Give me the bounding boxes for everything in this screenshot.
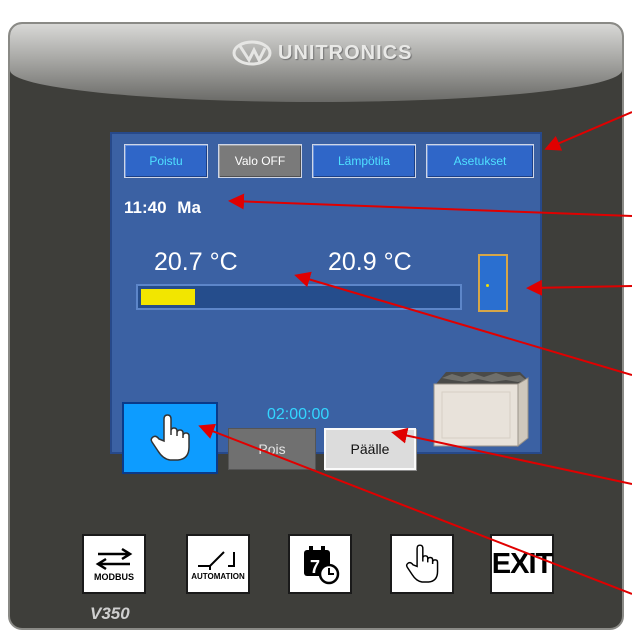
arrow-clock [228,193,632,217]
arrow-onoff [391,427,632,485]
annotation-arrows [198,111,632,595]
arrow-temperature-bar [294,271,632,376]
arrow-door [526,279,632,296]
arrow-manual [198,423,632,595]
arrow-toolbar [544,111,632,151]
